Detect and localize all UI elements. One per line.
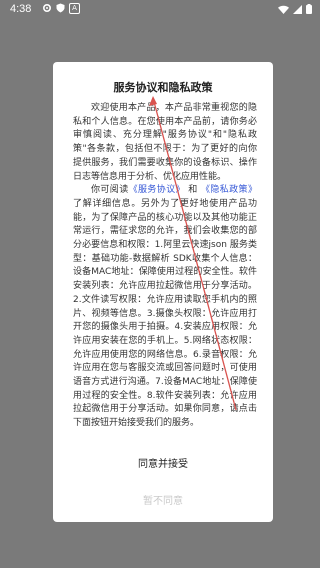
wifi-icon: [278, 5, 289, 14]
status-bar: 4:38 A: [0, 0, 320, 20]
battery-icon: [306, 4, 312, 14]
detail-paragraph: 你可阅读《服务协议》 和 《隐私政策》了解详细信息。另外为了更好地使用产品功能，…: [73, 184, 257, 431]
body-prefix: 你可阅读: [91, 185, 129, 196]
dialog-title: 服务协议和隐私政策: [113, 81, 213, 94]
settings-icon: [42, 3, 52, 13]
signal-icon: [293, 4, 302, 14]
status-left-icons: A: [42, 3, 80, 14]
shield-icon: [56, 3, 65, 13]
privacy-policy-link[interactable]: 《隐私政策》: [201, 185, 257, 195]
status-right-icons: [278, 4, 312, 14]
and-text: 和: [188, 185, 198, 196]
disagree-button[interactable]: 暂不同意: [53, 492, 273, 507]
intro-paragraph: 欢迎使用本产品，本产品非常重视您的隐私和个人信息。在您使用本产品前，请你务必审慎…: [73, 103, 257, 182]
dialog-body: 欢迎使用本产品，本产品非常重视您的隐私和个人信息。在您使用本产品前，请你务必审慎…: [73, 102, 257, 442]
agree-button[interactable]: 同意并接受: [53, 455, 273, 470]
status-time: 4:38: [10, 3, 32, 15]
body-rest: 了解详细信息。另外为了更好地使用产品功能，为了保障产品的核心功能以及其他功能正常…: [73, 198, 257, 429]
service-agreement-link[interactable]: 《服务协议》: [129, 185, 185, 195]
a-notification-icon: A: [69, 3, 80, 14]
privacy-dialog: 服务协议和隐私政策 欢迎使用本产品，本产品非常重视您的隐私和个人信息。在您使用本…: [53, 62, 273, 522]
